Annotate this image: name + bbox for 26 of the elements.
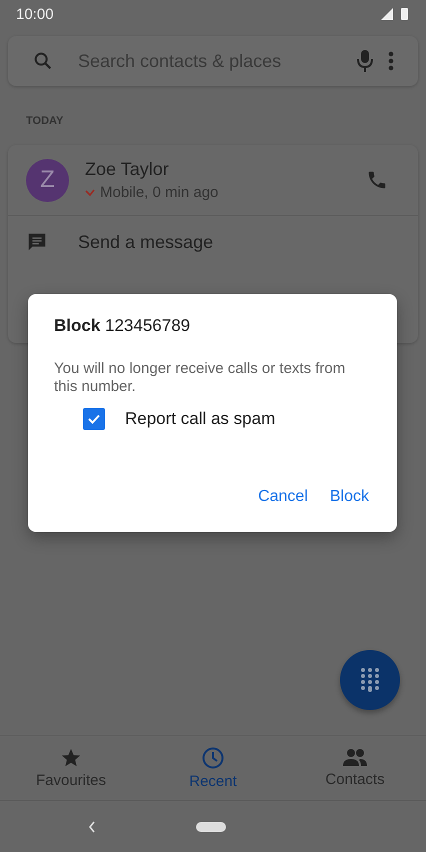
message-icon [26,231,48,253]
status-time: 10:00 [16,6,54,22]
phone-icon[interactable] [366,169,388,191]
dialog-message: You will no longer receive calls or texts from this number. [54,360,346,396]
contact-name: Zoe Taylor [85,159,170,180]
signal-battery-icon [380,7,410,21]
search-icon [32,50,54,72]
home-handle[interactable] [196,822,226,832]
back-icon[interactable] [88,820,96,832]
nav-tab[interactable]: Contacts [284,736,426,800]
action-item[interactable]: Send a message [8,216,418,268]
people-icon [342,748,368,768]
dialog-title: Block 123456789 [54,316,192,336]
more-options-icon[interactable] [388,51,394,71]
dialog-button[interactable]: Cancel [250,482,310,512]
dialpad-button[interactable] [340,650,400,710]
dialog-button[interactable]: Block [322,482,371,512]
checkbox-label: Report call as spam [125,409,276,429]
contact-avatar: Z [26,158,69,202]
dialpad-icon [360,667,380,693]
clock-icon [201,746,225,770]
checkbox[interactable] [83,408,105,430]
microphone-icon[interactable] [356,49,374,73]
star-icon [60,747,82,769]
nav-tab[interactable]: Favourites [0,736,142,800]
nav-tab[interactable]: Recent [142,736,284,800]
